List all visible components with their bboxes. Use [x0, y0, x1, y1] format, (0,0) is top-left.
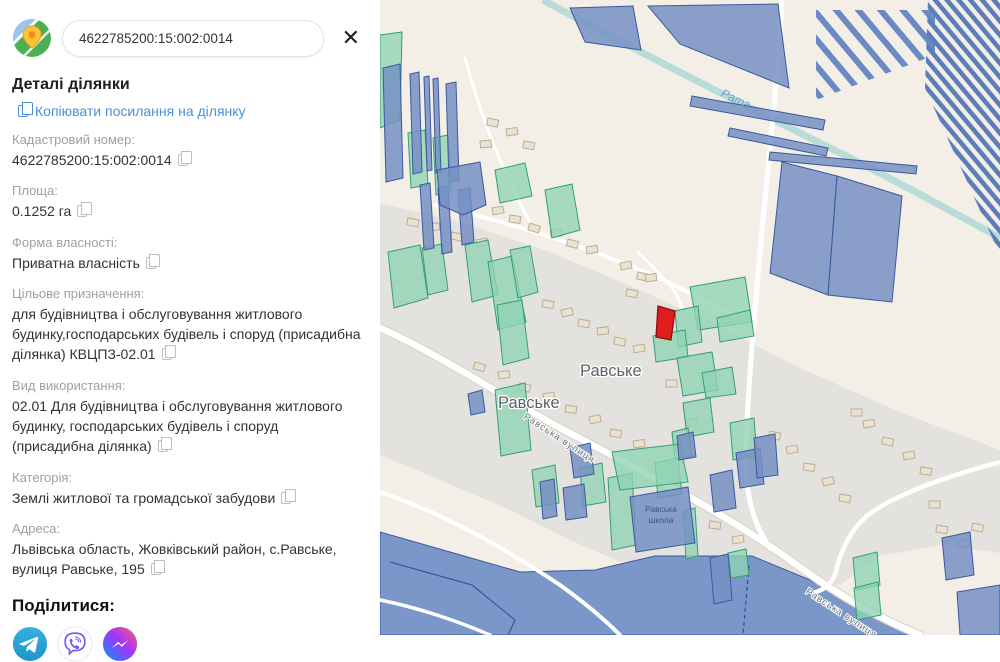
page-title: Деталі ділянки: [12, 76, 130, 93]
search-input[interactable]: [62, 19, 324, 57]
building: [522, 140, 536, 151]
field-purpose: Цільове призначення: для будівництва і о…: [12, 286, 368, 365]
field-value: Землі житлової та громадської забудови: [12, 489, 276, 506]
copy-icon[interactable]: [150, 560, 166, 576]
copy-icon[interactable]: [145, 253, 161, 269]
building: [731, 534, 745, 545]
field-label: Вид використання:: [12, 377, 126, 393]
copy-icon[interactable]: [177, 151, 193, 166]
telegram-icon[interactable]: [12, 626, 48, 662]
building: [862, 418, 876, 429]
building: [935, 524, 949, 535]
blue-parcel[interactable]: [956, 584, 1000, 636]
blue-parcel[interactable]: [562, 483, 588, 521]
building: [508, 214, 522, 225]
field-label: Форма власності:: [12, 234, 118, 250]
share-row: [12, 626, 368, 662]
school-label: школа: [649, 515, 674, 525]
viber-icon[interactable]: [57, 626, 93, 662]
field-category: Категорія: Землі житлової та громадської…: [12, 470, 368, 508]
green-parcel[interactable]: [853, 581, 882, 621]
cadastral-map-app: ✕ Деталі ділянки Копіювати посилання на …: [0, 0, 1000, 662]
building: [785, 444, 799, 455]
building: [708, 520, 722, 531]
building: [479, 139, 493, 149]
field-label: Кадастровий номер:: [12, 132, 135, 147]
field-value: 4622785200:15:002:0014: [12, 152, 172, 168]
blue-parcel[interactable]: [709, 469, 737, 513]
building: [609, 428, 623, 439]
building: [505, 126, 519, 137]
map-canvas[interactable]: Рата Равське Равське Равська вулиця Равс…: [375, 0, 1000, 642]
village-label: Равське: [498, 394, 560, 412]
building: [541, 299, 555, 310]
copy-icon[interactable]: [161, 345, 177, 361]
copy-icon[interactable]: [281, 488, 296, 504]
messenger-icon[interactable]: [102, 626, 138, 662]
building: [928, 500, 941, 509]
building: [632, 343, 646, 354]
blue-parcel[interactable]: [467, 389, 486, 416]
field-value: 0.1252 га: [12, 203, 72, 220]
blue-parcel[interactable]: [382, 63, 404, 183]
blue-parcel[interactable]: [539, 478, 558, 520]
target-parcel[interactable]: [655, 305, 676, 341]
details-sidebar: ✕ Деталі ділянки Копіювати посилання на …: [0, 0, 380, 662]
building: [577, 318, 591, 329]
copy-parcel-link[interactable]: Копіювати посилання на ділянку: [12, 102, 368, 119]
share-title: Поділитися:: [12, 595, 115, 615]
school-label: Равська: [645, 504, 677, 514]
field-use-type: Вид використання: 02.01 Для будівництва …: [12, 378, 368, 457]
building: [585, 244, 599, 255]
field-label: Категорія:: [12, 469, 73, 485]
map-pin-logo-icon[interactable]: [12, 18, 52, 58]
field-value: для будівництва і обслуговування житлово…: [12, 305, 361, 363]
field-value: Львівська область, Жовківський район, с.…: [12, 540, 337, 578]
building: [902, 450, 916, 461]
blue-parcel[interactable]: [753, 433, 779, 479]
building: [491, 205, 505, 216]
copy-icon[interactable]: [77, 202, 92, 218]
field-label: Площа:: [12, 183, 58, 199]
close-icon[interactable]: ✕: [334, 23, 368, 53]
building: [619, 260, 633, 271]
blue-parcel[interactable]: [941, 531, 975, 581]
field-ownership: Форма власності: Приватна власність: [12, 235, 368, 273]
building: [665, 379, 678, 388]
building: [632, 438, 646, 449]
building: [497, 369, 511, 380]
building: [919, 466, 933, 477]
field-value: Приватна власність: [12, 254, 140, 271]
building: [802, 462, 816, 473]
field-label: Адреса:: [12, 520, 61, 536]
building: [564, 404, 578, 415]
field-value: 02.01 Для будівництва і обслуговування ж…: [12, 397, 343, 455]
field-cadastral-number: Кадастровий номер: 4622785200:15:002:001…: [12, 132, 368, 170]
copy-icon: [18, 102, 33, 117]
village-label: Равське: [580, 362, 642, 380]
field-label: Цільове призначення:: [12, 285, 145, 301]
green-parcel[interactable]: [701, 366, 737, 399]
field-area: Площа: 0.1252 га: [12, 183, 368, 221]
building: [625, 288, 639, 299]
copy-icon[interactable]: [157, 437, 173, 453]
field-address: Адреса: Львівська область, Жовківський р…: [12, 521, 368, 580]
copy-link-label: Копіювати посилання на ділянку: [35, 103, 246, 119]
header-row: ✕: [12, 18, 368, 58]
building: [644, 272, 658, 283]
building: [406, 217, 420, 228]
building: [596, 326, 610, 336]
blue-parcel[interactable]: [436, 161, 487, 216]
blue-parcel[interactable]: [827, 175, 903, 303]
building: [838, 493, 852, 504]
blue-parcel[interactable]: [769, 161, 838, 296]
building: [850, 408, 863, 417]
green-parcel[interactable]: [494, 162, 533, 204]
green-parcel[interactable]: [611, 443, 689, 491]
blue-parcel[interactable]: [709, 553, 733, 605]
green-parcel[interactable]: [727, 548, 750, 579]
blue-parcel[interactable]: [676, 431, 697, 461]
